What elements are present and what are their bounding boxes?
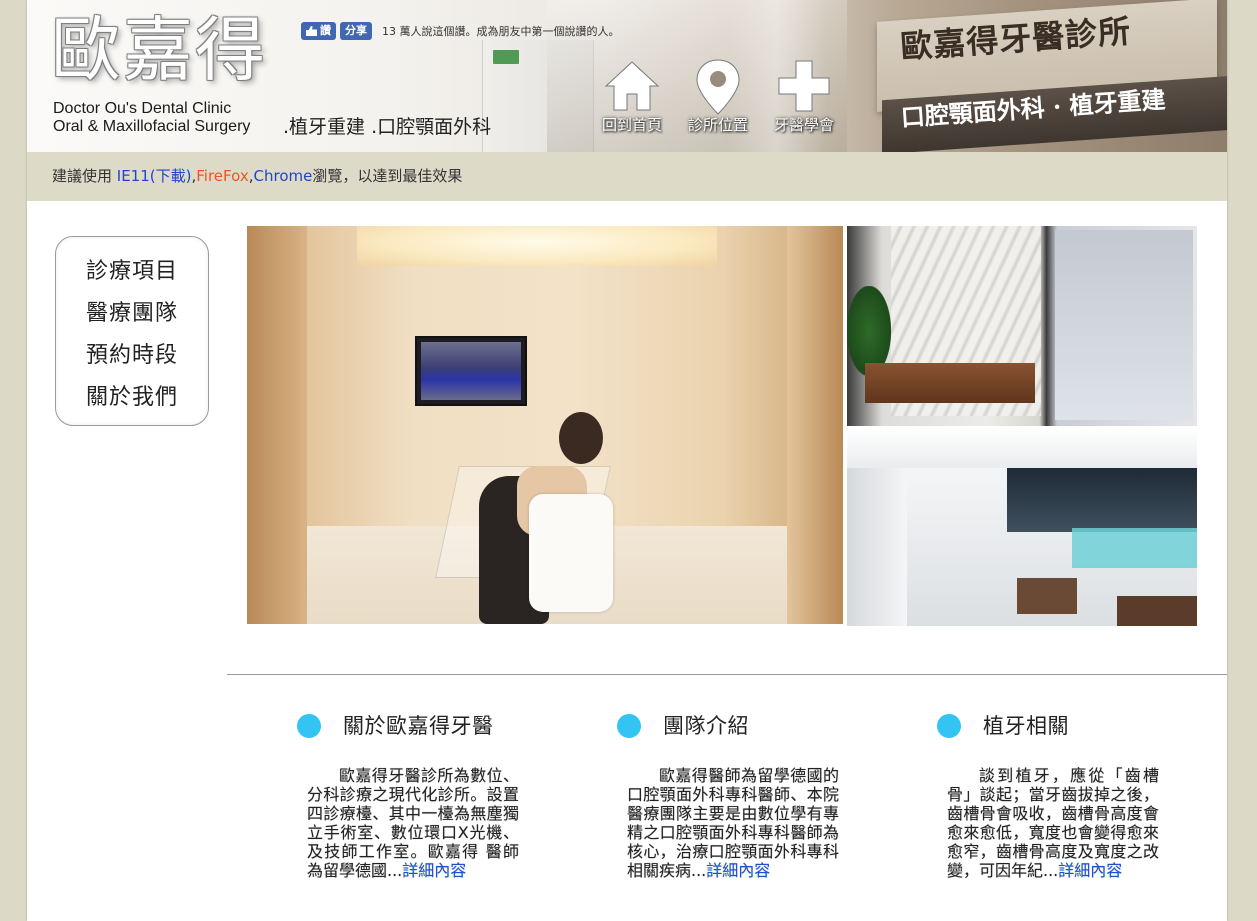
home-icon <box>604 61 660 111</box>
sidebar-menu: 診療項目 醫療團隊 預約時段 關於我們 <box>55 236 209 426</box>
implant-section-text: 談到植牙，應從「齒槽骨」談起；當牙齒拔掉之後，齒槽骨會吸收，齒槽骨高度會愈來愈低… <box>947 766 1159 880</box>
section-divider <box>227 674 1227 675</box>
logo-english-line2: Oral & Maxillofacial Surgery <box>53 118 251 135</box>
notice-suffix: 瀏覽，以達到最佳效果 <box>312 167 463 185</box>
chrome-link[interactable]: Chrome <box>254 167 313 185</box>
team-section-body: 歐嘉得醫師為留學德國的口腔顎面外科專科醫師、本院醫療團隊主要是由數位學有專精之口… <box>627 766 839 880</box>
about-read-more-link[interactable]: 詳細內容 <box>402 861 466 880</box>
about-section-title: 關於歐嘉得牙醫 <box>343 714 494 738</box>
firefox-link[interactable]: FireFox <box>196 167 248 185</box>
logo-title[interactable]: 歐嘉得 <box>51 10 267 90</box>
about-section-body: 歐嘉得牙醫診所為數位、分科診療之現代化診所。設置四診療檯、其中一檯為無塵獨立手術… <box>307 766 519 880</box>
facebook-like-label: 讚 <box>320 24 331 37</box>
browser-notice: 建議使用 IE11(下載),FireFox,Chrome瀏覽，以達到最佳效果 <box>27 152 1227 201</box>
header-banner: 歐嘉得 Doctor Ou's Dental Clinic Oral & Max… <box>27 0 1227 152</box>
bullet-dot-icon <box>617 714 641 738</box>
exit-sign <box>493 50 519 64</box>
photo-patient-head <box>559 412 603 464</box>
team-section-title: 團隊介紹 <box>663 714 749 738</box>
sidebar-item-treatments[interactable]: 診療項目 <box>56 251 208 293</box>
photo-window <box>1007 468 1197 532</box>
implant-section-title: 植牙相關 <box>983 714 1069 738</box>
ie11-download-link[interactable]: IE11(下載) <box>117 167 192 185</box>
thumbs-up-icon <box>306 26 317 36</box>
clinic-signboard: 歐嘉得牙醫診所 口腔顎面外科 · 植牙重建 <box>827 0 1227 152</box>
nav-location[interactable]: 診所位置 <box>675 56 761 146</box>
photo-bench <box>865 363 1035 403</box>
nav-home-label: 回到首頁 <box>601 116 662 134</box>
photo-chair <box>529 494 613 612</box>
photo-clinic-panel <box>1055 230 1193 420</box>
implant-section-body: 談到植牙，應從「齒槽骨」談起；當牙齒拔掉之後，齒槽骨會吸收，齒槽骨高度會愈來愈低… <box>947 766 1159 880</box>
reception-photo <box>847 226 1197 426</box>
page: 歐嘉得 Doctor Ou's Dental Clinic Oral & Max… <box>27 0 1227 921</box>
facebook-like-count: 13 萬人說這個讚。成為朋友中第一個說讚的人。 <box>382 25 620 38</box>
clinic-room-photo <box>247 226 843 624</box>
nav-location-label: 診所位置 <box>687 116 748 134</box>
photo-desk <box>1017 578 1077 614</box>
logo-subtitle: .植牙重建 .口腔顎面外科 <box>283 116 492 138</box>
photo-desk <box>1117 596 1197 626</box>
logo-english-line1: Doctor Ou's Dental Clinic <box>53 100 232 117</box>
treatment-area-photo <box>847 428 1197 626</box>
header-nav: 回到首頁 診所位置 牙醫學會 <box>589 56 847 146</box>
facebook-share-button[interactable]: 分享 <box>340 22 372 40</box>
nav-home[interactable]: 回到首頁 <box>589 56 675 146</box>
bullet-dot-icon <box>937 714 961 738</box>
sidebar-item-medical-team[interactable]: 醫療團隊 <box>56 293 208 335</box>
photo-ceiling-light <box>357 226 717 266</box>
facebook-widget: 讚 分享 13 萬人說這個讚。成為朋友中第一個說讚的人。 <box>301 21 620 41</box>
photo-tv-monitor <box>415 336 527 406</box>
implant-read-more-link[interactable]: 詳細內容 <box>1058 861 1122 880</box>
sidebar-item-appointments[interactable]: 預約時段 <box>56 335 208 377</box>
photo-cabinet <box>1072 528 1197 568</box>
photo-ceiling <box>847 428 1197 468</box>
photo-wall <box>847 468 907 626</box>
notice-prefix: 建議使用 <box>52 167 117 185</box>
team-read-more-link[interactable]: 詳細內容 <box>706 861 770 880</box>
map-pin-icon <box>696 59 740 115</box>
photo-door-frame <box>787 226 843 624</box>
photo-door-frame <box>247 226 307 624</box>
sidebar-item-about-us[interactable]: 關於我們 <box>56 377 208 419</box>
facebook-like-button[interactable]: 讚 <box>301 22 336 40</box>
plus-cross-icon <box>778 60 830 112</box>
bullet-dot-icon <box>297 714 321 738</box>
